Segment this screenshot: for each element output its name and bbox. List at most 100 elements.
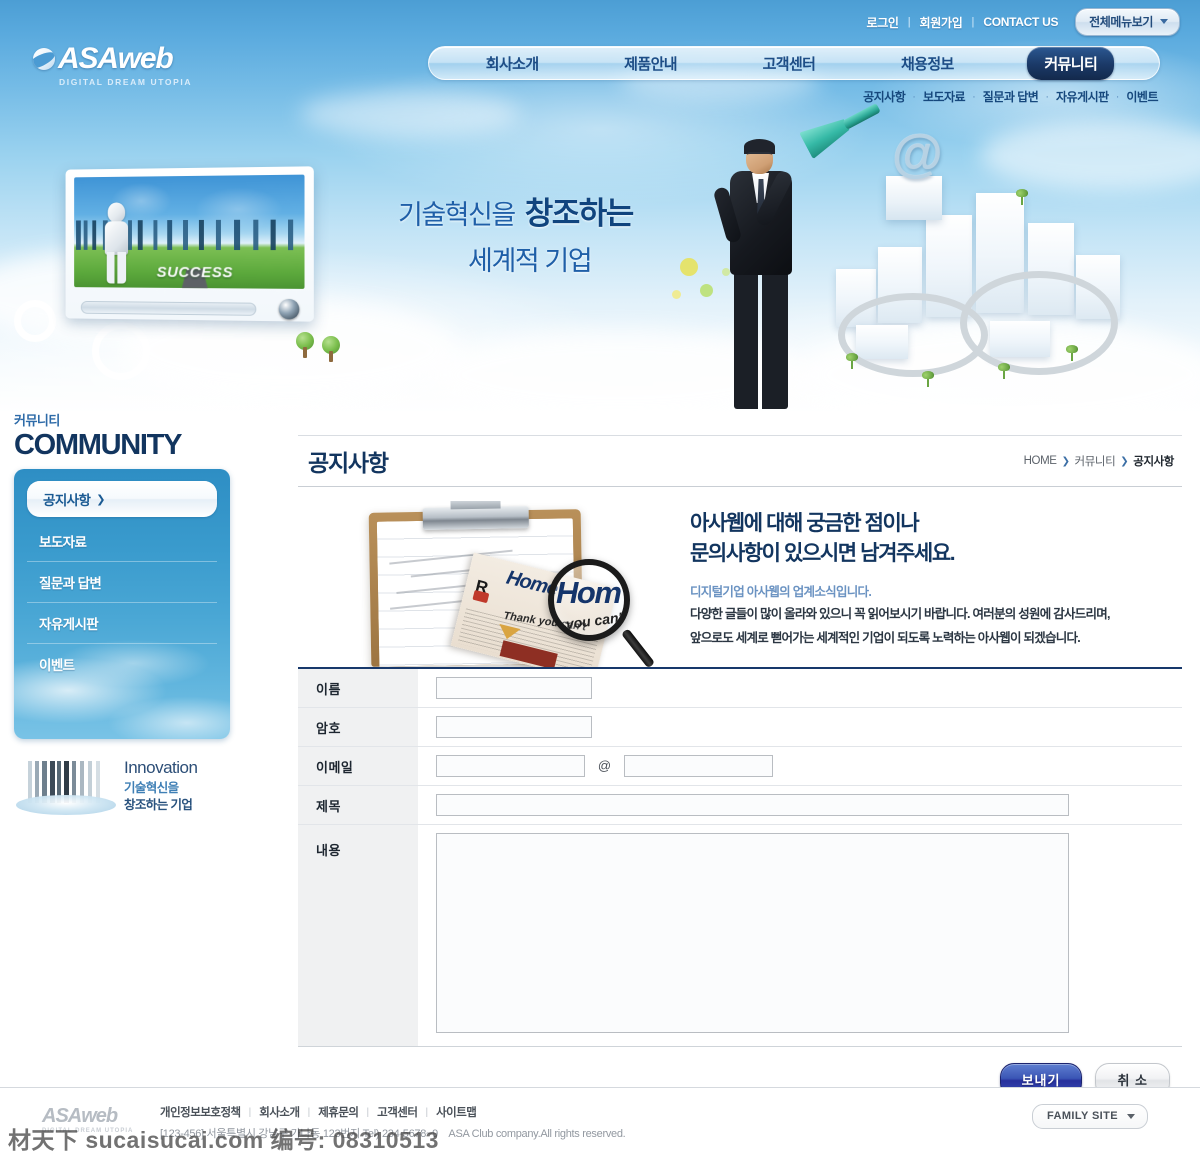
footer-link-partnership[interactable]: 제휴문의 (318, 1104, 358, 1120)
password-input[interactable] (436, 716, 592, 738)
nav-item-company[interactable]: 회사소개 (474, 48, 551, 79)
nav-item-community[interactable]: 커뮤니티 (1027, 47, 1114, 80)
logo-row: ASAweb (33, 44, 192, 74)
subject-input[interactable] (436, 794, 1069, 816)
sidebar-item-qna[interactable]: 질문과 답변 (27, 562, 217, 603)
tree-icon (322, 336, 340, 362)
sidebar: 커뮤니티 COMMUNITY 공지사항 ❯ 보도자료 질문과 답변 자유게시판 … (14, 410, 230, 815)
utility-bar: 로그인 | 회원가입 | CONTACT US 전체메뉴보기 (866, 8, 1180, 36)
cell-password (418, 708, 1182, 747)
utility-separator: | (908, 16, 911, 28)
at-sign-label: @ (589, 758, 619, 773)
footer-link-customer-center[interactable]: 고객센터 (377, 1104, 417, 1120)
site-logo[interactable]: ASAweb DIGITAL DREAM UTOPIA (33, 44, 192, 87)
cloud-decoration (300, 90, 520, 138)
footer-separator: | (367, 1107, 370, 1118)
label-name: 이름 (298, 669, 418, 708)
subnav-item-freeboard[interactable]: 자유게시판 (1056, 88, 1109, 105)
innovation-text: Innovation 기술혁신을 창조하는 기업 (124, 759, 197, 815)
breadcrumb-section[interactable]: 커뮤니티 (1075, 453, 1116, 469)
monitor-caption: SUCCESS (157, 264, 233, 281)
figure-body (105, 221, 128, 255)
subnav-item-notice[interactable]: 공지사항 (863, 88, 905, 105)
glasses-icon (747, 152, 772, 158)
content-textarea[interactable] (436, 833, 1069, 1033)
innovation-title: Innovation (124, 759, 197, 778)
breadcrumb-home[interactable]: HOME (1024, 455, 1057, 467)
footer-link-privacy[interactable]: 개인정보보호정책 (160, 1104, 241, 1120)
footer-logo-tagline: DIGITAL DREAM UTOPIA (42, 1128, 133, 1134)
footer-separator: | (308, 1107, 311, 1118)
hero-banner: 로그인 | 회원가입 | CONTACT US 전체메뉴보기 ASAweb DI… (0, 0, 1200, 430)
nav-item-customer-center[interactable]: 고객센터 (751, 48, 828, 79)
sidebar-item-freeboard[interactable]: 자유게시판 (27, 603, 217, 644)
hero-slogan-line1-a: 기술혁신을 (398, 200, 515, 230)
chevron-right-icon: ❯ (1062, 456, 1070, 467)
footer-link-sitemap[interactable]: 사이트맵 (436, 1104, 476, 1120)
monitor-illustration: SUCCESS (66, 166, 314, 321)
magnifier-subtext: k you can't (553, 609, 627, 634)
signup-link[interactable]: 회원가입 (920, 14, 963, 31)
subnav-separator: · (1116, 91, 1120, 103)
all-menu-button[interactable]: 전체메뉴보기 (1075, 8, 1180, 36)
sprout-icon (1016, 189, 1028, 205)
label-password: 암호 (298, 708, 418, 747)
content-wrapper: 커뮤니티 COMMUNITY 공지사항 ❯ 보도자료 질문과 답변 자유게시판 … (0, 410, 1200, 1165)
subnav-item-qna[interactable]: 질문과 답변 (983, 88, 1039, 105)
footer-address-text: [123-456] 서울특별시 강남구 가나동 123번지 Tel) 234-5… (160, 1128, 438, 1140)
breadcrumb: HOME ❯ 커뮤니티 ❯ 공지사항 (1024, 453, 1174, 469)
email-domain-input[interactable] (624, 755, 773, 777)
businessman-legs (734, 271, 788, 409)
login-link[interactable]: 로그인 (866, 14, 898, 31)
contact-us-link[interactable]: CONTACT US (983, 15, 1058, 29)
name-input[interactable] (436, 677, 592, 699)
cell-email: @ (418, 747, 1182, 786)
sub-navigation: 공지사항 · 보도자료 · 질문과 답변 · 자유게시판 · 이벤트 (863, 88, 1158, 105)
chevron-right-icon: ❯ (96, 493, 105, 506)
form-row-email: 이메일 @ (298, 747, 1182, 786)
tree-icon (296, 332, 314, 358)
family-site-label: FAMILY SITE (1047, 1110, 1118, 1122)
sidebar-item-press[interactable]: 보도자료 (27, 521, 217, 562)
page-header: 공지사항 HOME ❯ 커뮤니티 ❯ 공지사항 (298, 435, 1182, 487)
subnav-separator: · (1045, 91, 1049, 103)
intro-body-line1: 다양한 글들이 많이 올라와 있으니 꼭 읽어보시기 바랍니다. 여러분의 성원… (690, 604, 1170, 624)
subnav-item-press[interactable]: 보도자료 (923, 88, 965, 105)
figure-head (108, 202, 125, 222)
intro-subtitle: 디지털기업 아사웹의 업계소식입니다. (690, 583, 1170, 602)
road-loop-graphic (960, 271, 1118, 375)
footer-link-company[interactable]: 회사소개 (259, 1104, 299, 1120)
intro-text: 아사웹에 대해 궁금한 점이나 문의사항이 있으시면 남겨주세요. 디지털기업 … (690, 509, 1170, 648)
chevron-down-icon (1160, 19, 1168, 24)
dot-decoration (680, 258, 698, 276)
family-site-select[interactable]: FAMILY SITE (1032, 1104, 1148, 1129)
logo-tagline: DIGITAL DREAM UTOPIA (59, 77, 192, 87)
footer-separator: | (249, 1107, 252, 1118)
footer-separator: | (425, 1107, 428, 1118)
breadcrumb-current: 공지사항 (1133, 453, 1174, 469)
chevron-right-icon: ❯ (1120, 456, 1128, 467)
cell-subject (418, 786, 1182, 825)
sprout-icon (998, 363, 1010, 379)
clipboard-clamp-icon (423, 506, 529, 530)
email-local-input[interactable] (436, 755, 585, 777)
tree-trunk (329, 351, 333, 362)
sidebar-menu: 공지사항 ❯ 보도자료 질문과 답변 자유게시판 이벤트 (14, 469, 230, 739)
label-email: 이메일 (298, 747, 418, 786)
intro-band: Home R Thank you can't Hom k you can't 아… (298, 501, 1182, 669)
monitor-screen: SUCCESS (74, 175, 304, 289)
sidebar-item-notice[interactable]: 공지사항 ❯ (27, 481, 217, 517)
subnav-item-event[interactable]: 이벤트 (1126, 88, 1158, 105)
footer-copyright: ASA Club company.All rights reserved. (448, 1128, 625, 1140)
footer-logo[interactable]: ASAweb DIGITAL DREAM UTOPIA (42, 1106, 133, 1134)
logo-name: ASAweb (58, 44, 173, 74)
swirl-decoration (92, 322, 150, 380)
main-content: 공지사항 HOME ❯ 커뮤니티 ❯ 공지사항 Home R Thank you… (298, 435, 1182, 1097)
footer-address: [123-456] 서울특별시 강남구 가나동 123번지 Tel) 234-5… (160, 1125, 625, 1141)
form-row-name: 이름 (298, 669, 1182, 708)
nav-item-products[interactable]: 제품안내 (612, 48, 689, 79)
sidebar-item-event[interactable]: 이벤트 (27, 644, 217, 684)
block-city-illustration (830, 175, 1130, 390)
logo-sphere-icon (33, 48, 55, 70)
nav-item-recruit[interactable]: 채용정보 (889, 48, 966, 79)
